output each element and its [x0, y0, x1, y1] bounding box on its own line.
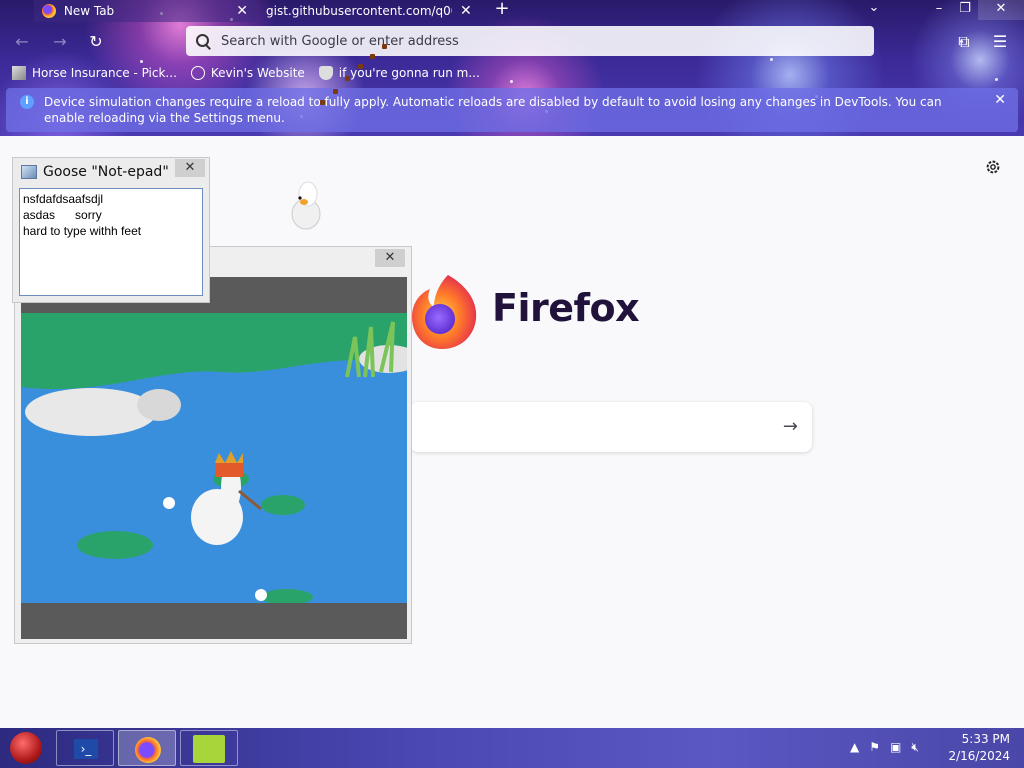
restore-button[interactable]: ❐: [952, 0, 978, 20]
show-hidden-icons-icon[interactable]: ▲: [850, 740, 859, 755]
clock-time: 5:33 PM: [961, 732, 1010, 746]
goose-pond-image: [21, 277, 407, 639]
tab-gist[interactable]: gist.githubusercontent.com/q0042 ✕: [258, 0, 480, 22]
goose-icon: [291, 181, 321, 230]
browser-chrome: New Tab ✕ gist.githubusercontent.com/q00…: [0, 0, 1024, 136]
bookmark-gonna-run[interactable]: if you're gonna run m...: [318, 66, 480, 80]
tab-strip: New Tab ✕ gist.githubusercontent.com/q00…: [0, 0, 1024, 22]
close-icon[interactable]: ✕: [460, 3, 472, 19]
notepad-icon: [21, 165, 37, 179]
new-tab-button[interactable]: +: [492, 0, 512, 20]
hamburger-menu-icon[interactable]: ☰: [988, 30, 1012, 54]
devtools-notification: i Device simulation changes require a re…: [6, 88, 1018, 132]
globe-icon: [190, 66, 205, 80]
notification-message: Device simulation changes require a relo…: [44, 95, 942, 125]
info-icon: i: [20, 95, 34, 109]
taskbar-clock[interactable]: 5:33 PM 2/16/2024: [948, 731, 1010, 765]
firefox-logo-icon: [412, 275, 477, 349]
taskbar-firefox[interactable]: [118, 730, 176, 766]
clock-date: 2/16/2024: [948, 749, 1010, 763]
url-bar-placeholder: Search with Google or enter address: [221, 33, 459, 49]
goose-app-icon: [193, 735, 225, 763]
forward-button[interactable]: →: [48, 30, 72, 54]
notification-close-button[interactable]: ✕: [994, 92, 1006, 108]
flag-icon[interactable]: ⚑: [869, 740, 880, 755]
firefox-wordmark: Firefox: [492, 286, 640, 330]
goose-notepad-window[interactable]: Goose "Not-epad" ✕: [12, 157, 210, 303]
window-controls: – ❐ ✕: [926, 0, 1024, 20]
url-bar[interactable]: Search with Google or enter address: [186, 26, 874, 56]
close-icon[interactable]: ✕: [236, 3, 248, 19]
page-search-box[interactable]: →: [410, 402, 812, 452]
volume-muted-icon[interactable]: 🔇︎: [911, 740, 919, 755]
back-button[interactable]: ←: [10, 30, 34, 54]
notepad-close-button[interactable]: ✕: [175, 159, 205, 177]
system-tray: ▲ ⚑ ▣ 🔇︎: [850, 740, 919, 755]
firefox-icon: [42, 4, 56, 18]
window-close-button[interactable]: ✕: [978, 0, 1024, 20]
list-all-tabs-icon[interactable]: ⌄: [866, 0, 882, 15]
tab-title: gist.githubusercontent.com/q0042: [266, 4, 452, 18]
settings-gear-icon[interactable]: [984, 158, 1002, 176]
image-window-close-button[interactable]: ✕: [375, 249, 405, 267]
tab-title: New Tab: [63, 4, 115, 18]
goose-pond-picture: [21, 277, 407, 639]
bookmark-label: Kevin's Website: [210, 66, 305, 80]
extensions-icon[interactable]: ⧉: [952, 30, 976, 54]
firefox-icon: [135, 737, 161, 763]
goose-image-window[interactable]: ✕: [14, 246, 412, 644]
start-button[interactable]: [10, 732, 42, 764]
powershell-icon: ›_: [74, 739, 98, 759]
bookmark-kevins-website[interactable]: Kevin's Website: [190, 66, 305, 80]
bookmarks-toolbar: Horse Insurance - Pick... Kevin's Websit…: [0, 62, 1024, 84]
bookmark-horse-insurance[interactable]: Horse Insurance - Pick...: [12, 66, 177, 80]
taskbar-powershell[interactable]: ›_: [56, 730, 114, 766]
shield-icon: [318, 66, 333, 80]
image-icon: [12, 66, 26, 80]
notepad-textarea[interactable]: [19, 188, 203, 296]
search-icon: [196, 33, 211, 49]
network-icon[interactable]: ▣: [890, 740, 901, 755]
tab-new-tab[interactable]: New Tab ✕: [34, 0, 256, 22]
arrow-right-icon[interactable]: →: [783, 416, 798, 437]
taskbar-goose[interactable]: [180, 730, 238, 766]
nav-toolbar: ← → ↻ Search with Google or enter addres…: [0, 26, 1024, 58]
minimize-button[interactable]: –: [926, 0, 952, 20]
bookmark-label: Horse Insurance - Pick...: [32, 66, 177, 80]
reload-button[interactable]: ↻: [84, 30, 108, 54]
taskbar: ›_ ▲ ⚑ ▣ 🔇︎ 5:33 PM 2/16/2024: [0, 728, 1024, 768]
notepad-title: Goose "Not-epad": [43, 164, 169, 180]
